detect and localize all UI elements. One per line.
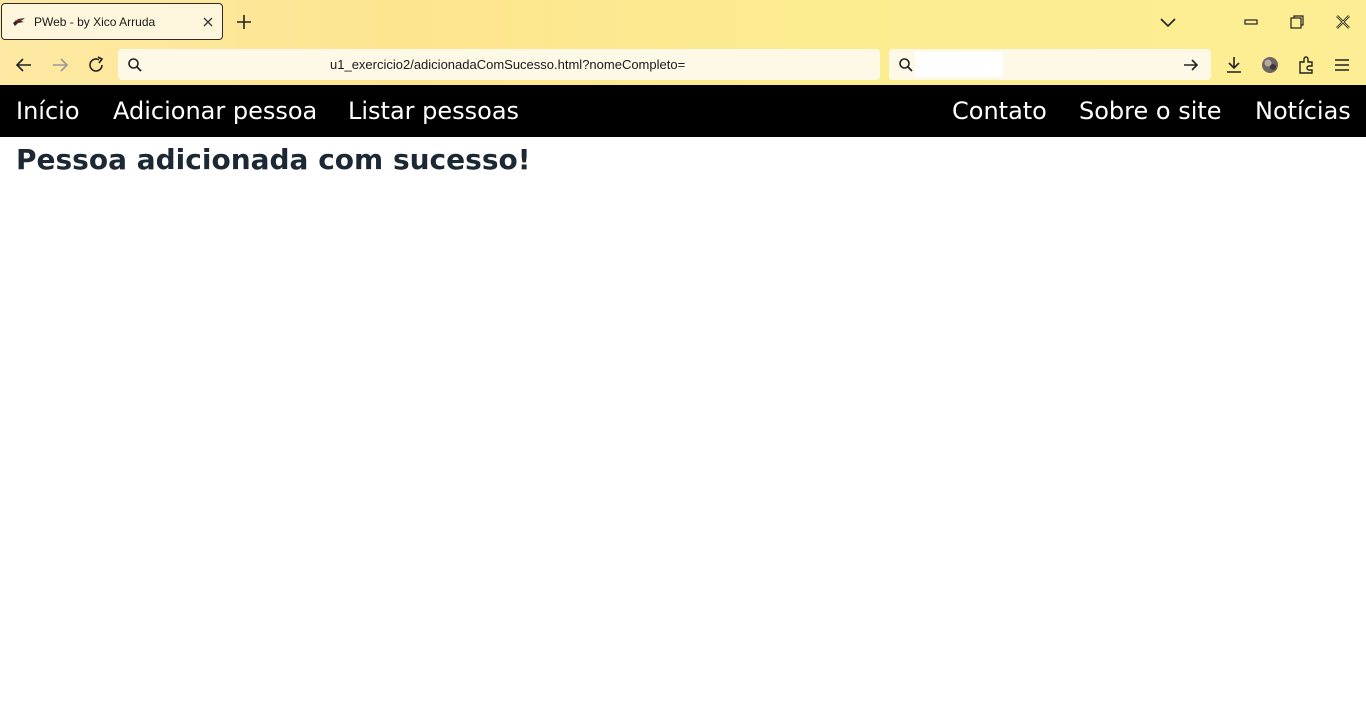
minimize-icon[interactable]: [1241, 12, 1261, 32]
browser-tab[interactable]: PWeb - by Xico Arruda: [1, 3, 223, 40]
close-tab-icon[interactable]: [200, 14, 216, 30]
new-tab-icon[interactable]: [234, 12, 254, 32]
site-nav-bar: Início Adicionar pessoa Listar pessoas C…: [0, 85, 1366, 137]
search-input[interactable]: [915, 52, 1003, 77]
nav-link-inicio[interactable]: Início: [16, 97, 80, 125]
download-icon[interactable]: [1223, 54, 1245, 76]
close-window-icon[interactable]: [1333, 12, 1353, 32]
search-icon: [899, 58, 913, 72]
address-bar[interactable]: u1_exercicio2/adicionadaComSucesso.html?…: [118, 49, 880, 80]
tab-strip: PWeb - by Xico Arruda: [0, 0, 1366, 44]
nav-link-noticias[interactable]: Notícias: [1255, 97, 1351, 125]
restore-icon[interactable]: [1287, 12, 1307, 32]
forward-arrow-icon[interactable]: [49, 54, 71, 76]
search-bar[interactable]: [889, 49, 1211, 80]
nav-link-sobre-o-site[interactable]: Sobre o site: [1079, 97, 1222, 125]
nav-link-adicionar-pessoa[interactable]: Adicionar pessoa: [113, 97, 317, 125]
back-arrow-icon[interactable]: [13, 54, 35, 76]
nav-link-contato[interactable]: Contato: [952, 97, 1047, 125]
url-text: u1_exercicio2/adicionadaComSucesso.html?…: [330, 57, 686, 72]
navigation-toolbar: u1_exercicio2/adicionadaComSucesso.html?…: [0, 44, 1366, 85]
arrow-right-icon[interactable]: [1183, 57, 1199, 73]
menu-icon[interactable]: [1331, 54, 1353, 76]
tab-title: PWeb - by Xico Arruda: [34, 15, 156, 29]
nav-link-listar-pessoas[interactable]: Listar pessoas: [348, 97, 519, 125]
chevron-down-icon[interactable]: [1158, 12, 1178, 32]
reload-icon[interactable]: [85, 54, 107, 76]
search-icon: [128, 58, 142, 72]
extensions-icon[interactable]: [1296, 54, 1318, 76]
account-avatar-icon[interactable]: [1259, 54, 1281, 76]
dark-bird-icon: [13, 18, 25, 26]
page-title: Pessoa adicionada com sucesso!: [16, 143, 531, 176]
